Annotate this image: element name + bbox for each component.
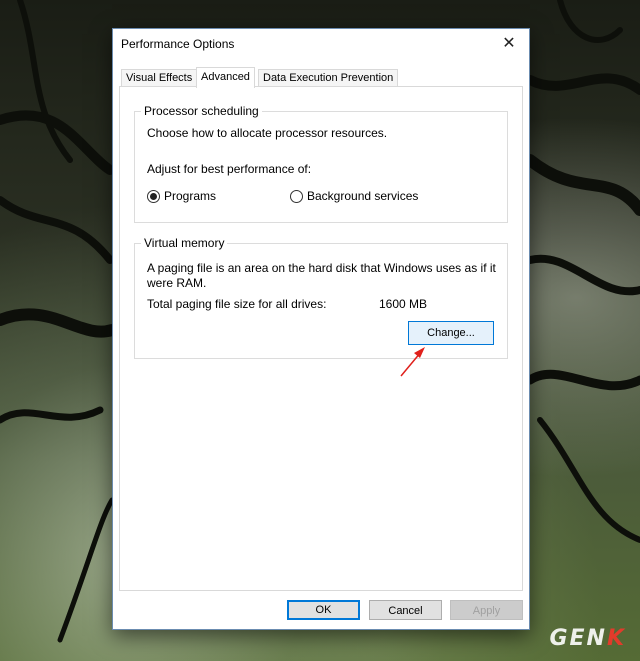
total-paging-size-label: Total paging file size for all drives: (147, 297, 327, 311)
virtual-memory-group: Virtual memory A paging file is an area … (134, 236, 508, 359)
title-bar: Performance Options ✕ (113, 29, 529, 59)
virtual-memory-description: A paging file is an area on the hard dis… (147, 261, 496, 290)
processor-description: Choose how to allocate processor resourc… (147, 126, 388, 140)
tab-visual-effects[interactable]: Visual Effects (121, 69, 198, 87)
tab-advanced[interactable]: Advanced (196, 67, 255, 88)
processor-scheduling-group: Processor scheduling Choose how to alloc… (134, 104, 508, 223)
tab-data-execution-prevention[interactable]: Data Execution Prevention (258, 69, 399, 87)
tab-strip: Visual Effects Advanced Data Execution P… (121, 67, 521, 88)
background-services-radio[interactable]: Background services (290, 189, 418, 203)
adjust-performance-label: Adjust for best performance of: (147, 162, 312, 176)
advanced-tab-panel: Processor scheduling Choose how to alloc… (119, 86, 523, 591)
change-virtual-memory-button[interactable]: Change... (408, 321, 494, 345)
radio-unselected-icon (290, 189, 303, 203)
window-title: Performance Options (121, 37, 235, 51)
virtual-memory-label: Virtual memory (141, 236, 228, 250)
cancel-button[interactable]: Cancel (369, 600, 442, 620)
programs-radio-label: Programs (164, 189, 217, 203)
ok-button[interactable]: OK (287, 600, 360, 620)
background-services-radio-label: Background services (307, 189, 419, 203)
total-paging-size-value: 1600 MB (379, 297, 428, 311)
programs-radio[interactable]: Programs (147, 189, 216, 203)
performance-options-dialog: Performance Options ✕ Visual Effects Adv… (112, 28, 530, 630)
processor-scheduling-label: Processor scheduling (141, 104, 262, 118)
genk-watermark: GENK (549, 626, 626, 651)
close-icon[interactable]: ✕ (495, 32, 523, 56)
apply-button[interactable]: Apply (450, 600, 523, 620)
radio-selected-icon (147, 189, 160, 203)
